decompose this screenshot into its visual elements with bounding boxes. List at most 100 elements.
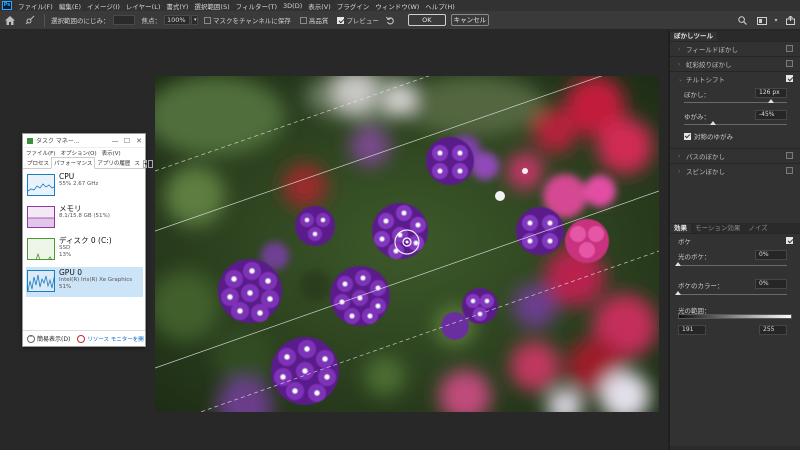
minimize-icon[interactable]: — [109, 137, 121, 145]
perf-usage: 51% [59, 284, 72, 290]
perf-name: GPU 0 [59, 268, 82, 277]
save-mask-checkbox[interactable] [204, 16, 211, 24]
fewer-details-label: 簡易表示(D) [37, 336, 71, 343]
task-manager-titlebar[interactable]: タスク マネー... — ☐ ✕ [23, 134, 145, 148]
task-manager-tabs: プロセス パフォーマンス アプリの履歴 ス ◂ ▸ [23, 157, 153, 169]
menu-type[interactable]: 書式(Y) [163, 1, 191, 11]
blur-amount-thumb[interactable] [767, 99, 774, 103]
menu-plugins[interactable]: プラグイン [334, 1, 373, 11]
tab-app-history[interactable]: アプリの履歴 [95, 158, 132, 168]
light-bokeh-field[interactable]: 0% [755, 250, 787, 260]
share-icon[interactable] [780, 11, 800, 30]
task-manager-window[interactable]: タスク マネー... — ☐ ✕ ファイル(F) オプション(O) 表示(V) … [22, 133, 153, 347]
menu-filter[interactable]: フィルター(T) [233, 1, 280, 11]
path-blur-checkbox[interactable] [786, 152, 793, 159]
symmetric-distortion-row[interactable]: 対称のゆがみ [670, 130, 800, 142]
blur-item-iris[interactable]: › 虹彩絞りぼかし [670, 57, 800, 71]
perf-item-gpu[interactable]: GPU 0 Intel(R) Iris(R) Xe Graphics 51% [26, 267, 143, 297]
home-icon[interactable] [0, 11, 20, 30]
spin-blur-checkbox[interactable] [786, 167, 793, 174]
blur-item-label: パスのぼかし [686, 153, 725, 161]
bokeh-color-slider[interactable] [675, 291, 787, 295]
tab-effects[interactable]: 効果 [670, 224, 691, 233]
preview-label: プレビュー [346, 17, 379, 25]
tab-scroll-left-icon[interactable]: ◂ [142, 160, 148, 168]
distortion-slider[interactable] [684, 121, 787, 125]
focus-dropdown-icon[interactable]: ▾ [191, 15, 198, 25]
pin-tool-icon[interactable] [20, 11, 40, 30]
light-range-gradient[interactable] [678, 314, 792, 319]
bokeh-checkbox[interactable] [786, 237, 793, 244]
menu-bar: Ps ファイル(F) 編集(E) イメージ(I) レイヤー(L) 書式(Y) 選… [0, 0, 800, 11]
flower-photo[interactable] [155, 76, 659, 412]
perf-name: メモリ [59, 204, 82, 213]
light-range-low-field[interactable]: 191 [678, 325, 706, 335]
menu-3d[interactable]: 3D(D) [280, 2, 305, 10]
light-bokeh-thumb[interactable] [675, 262, 681, 266]
distortion-thumb[interactable] [709, 121, 716, 125]
menu-view[interactable]: 表示(V) [305, 1, 334, 11]
tab-motion-effects[interactable]: モーション効果 [691, 224, 744, 233]
edge-blur-field[interactable] [112, 15, 135, 25]
perf-item-memory[interactable]: メモリ 8.1/15.8 GB (51%) [26, 203, 143, 233]
bokeh-color-field[interactable]: 0% [755, 279, 787, 289]
perf-item-disk[interactable]: ディスク 0 (C:) SSD 13% [26, 235, 143, 265]
light-bokeh-label: 光のボケ： [678, 253, 711, 261]
bokeh-color-thumb[interactable] [675, 291, 681, 295]
field-blur-checkbox[interactable] [786, 45, 793, 52]
blur-item-path[interactable]: › パスのぼかし [670, 149, 800, 163]
focus-field[interactable]: 100% [164, 15, 190, 25]
maximize-icon[interactable]: ☐ [121, 137, 133, 145]
preview-checkbox[interactable] [337, 16, 345, 24]
tab-scroll-right-icon[interactable]: ▸ [148, 160, 153, 168]
tab-startup[interactable]: ス [132, 158, 142, 168]
menu-edit[interactable]: 編集(E) [56, 1, 84, 11]
tab-processes[interactable]: プロセス [25, 158, 51, 168]
tab-blur-tools[interactable]: ぼかしツール [670, 32, 717, 41]
menu-file[interactable]: ファイル(F) [15, 1, 56, 11]
blur-item-spin[interactable]: › スピンぼかし [670, 164, 800, 178]
reset-icon[interactable] [384, 11, 398, 30]
blur-item-field[interactable]: › フィールドぼかし [670, 42, 800, 56]
perf-usage: 13% [59, 252, 72, 258]
chevron-right-icon: › [678, 45, 681, 53]
light-range-high-field[interactable]: 255 [759, 325, 787, 335]
distortion-field[interactable]: -45% [755, 110, 787, 120]
menu-select[interactable]: 選択範囲(S) [191, 1, 232, 11]
menu-help[interactable]: ヘルプ(H) [422, 1, 457, 11]
workspace-icon[interactable] [752, 11, 772, 30]
symmetric-distortion-checkbox[interactable] [684, 132, 691, 140]
menu-layer[interactable]: レイヤー(L) [123, 1, 164, 11]
bokeh-row[interactable]: ボケ [670, 234, 800, 246]
blur-amount-field[interactable]: 126 px [755, 88, 787, 98]
workspace-dropdown-icon[interactable]: ▾ [772, 11, 780, 30]
cancel-button[interactable]: キャンセル [450, 14, 489, 26]
search-icon[interactable] [732, 11, 752, 30]
ok-button[interactable]: OK [407, 14, 446, 26]
tab-noise[interactable]: ノイズ [744, 224, 771, 233]
high-quality-label: 高品質 [308, 17, 329, 25]
close-icon[interactable]: ✕ [133, 137, 145, 145]
perf-item-cpu[interactable]: CPU 55% 2.67 GHz [26, 171, 143, 201]
distortion-label: ゆがみ： [684, 113, 710, 121]
light-bokeh-slider[interactable] [675, 262, 787, 266]
blur-amount-label: ぼかし： [684, 91, 710, 99]
bokeh-color-param: ボケのカラー： 0% [670, 275, 800, 304]
tilt-shift-checkbox[interactable] [786, 75, 793, 82]
fewer-details-button[interactable]: ˄ 簡易表示(D) [27, 334, 70, 343]
menu-window[interactable]: ウィンドウ(W) [372, 1, 422, 11]
tm-menu-options[interactable]: オプション(O) [60, 149, 96, 157]
perf-detail: Intel(R) Iris(R) Xe Graphics [59, 277, 133, 283]
resource-monitor-link[interactable]: リソース モニターを開 [77, 334, 144, 343]
high-quality-checkbox[interactable] [299, 16, 307, 24]
iris-blur-checkbox[interactable] [786, 60, 793, 67]
blur-amount-slider[interactable] [684, 99, 787, 103]
focus-label: 焦点： [141, 17, 162, 25]
tab-performance[interactable]: パフォーマンス [51, 157, 96, 169]
menu-image[interactable]: イメージ(I) [84, 1, 123, 11]
task-manager-footer: ˄ 簡易表示(D) リソース モニターを開 [23, 330, 145, 346]
tm-menu-file[interactable]: ファイル(F) [26, 149, 55, 157]
blur-item-tilt-shift[interactable]: ⌄ チルトシフト [670, 72, 800, 86]
tm-menu-view[interactable]: 表示(V) [102, 149, 121, 157]
effects-tabbar: 効果 モーション効果 ノイズ [670, 223, 800, 234]
